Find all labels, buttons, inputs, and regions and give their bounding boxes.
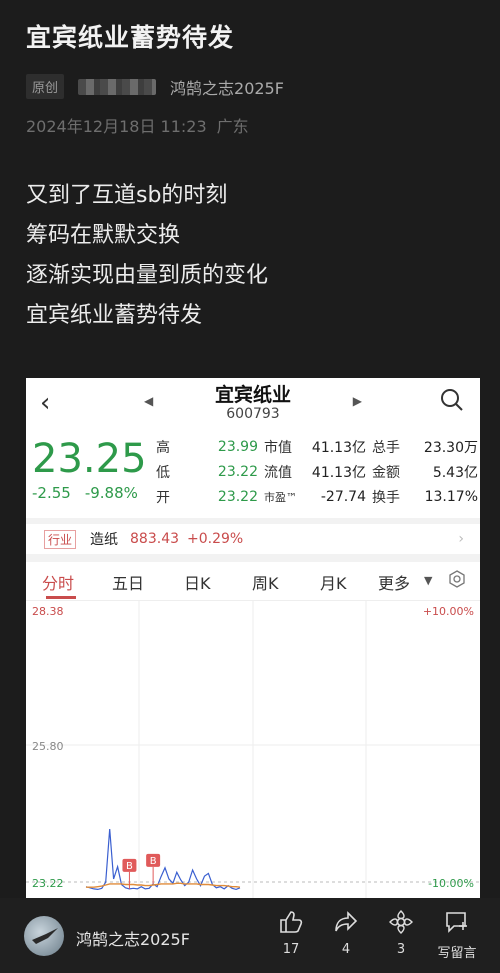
tab-weekly-k[interactable]: 周K [252, 570, 279, 594]
price-line [85, 828, 241, 891]
bottom-author-name[interactable]: 鸿鹄之志2025F [76, 926, 190, 950]
stat-label: 流值 [264, 464, 292, 481]
stat-label: 总手 [372, 439, 400, 456]
comment-button[interactable]: 写留言 [432, 910, 482, 961]
body-line: 筹码在默默交换 [26, 223, 181, 248]
average-line [86, 882, 241, 888]
article-meta: 原创 鸿鹄之志2025F [26, 74, 284, 99]
stats-row: 低 23.22 流值 41.13亿 金额 5.43亿 [156, 459, 478, 484]
share-count: 4 [341, 942, 351, 957]
comment-label: 写留言 [437, 946, 477, 961]
current-price: 23.25 [32, 436, 147, 482]
industry-value: 883.43 [130, 531, 180, 547]
stock-stats: 高 23.99 市值 41.13亿 总手 23.30万 低 23.22 流值 4… [156, 434, 478, 509]
y-axis-bottom-label: 23.22 [32, 877, 64, 890]
tab-monthly-k[interactable]: 月K [320, 570, 347, 594]
buy-marker: B [146, 853, 161, 884]
industry-tag: 行业 [44, 529, 77, 549]
industry-name: 造纸 [90, 532, 119, 548]
stat-label: 高 [156, 439, 170, 456]
body-line: 逐渐实现由量到质的变化 [26, 263, 269, 288]
blurred-account-name [78, 78, 157, 95]
stat-value: 23.22 [217, 488, 258, 505]
share-icon [335, 911, 358, 932]
tab-five-day[interactable]: 五日 [112, 570, 144, 594]
next-stock-icon[interactable]: ▶ [353, 394, 362, 408]
publish-date: 2024年12月18日 11:23 [26, 117, 207, 136]
settings-icon[interactable] [448, 570, 466, 588]
buy-marker-label: B [150, 856, 157, 867]
intraday-chart: B B 28.38 25.80 23.22 +10.00% -10.00% [26, 600, 480, 898]
share-button[interactable]: 4 [331, 910, 361, 957]
bottom-bar: 鸿鹄之志2025F 17 4 3 写留言 [0, 898, 500, 973]
stat-label: 金额 [372, 464, 400, 481]
bird-icon [32, 928, 58, 944]
stat-value: 23.99 [217, 438, 258, 455]
body-line: 又到了互道sb的时刻 [26, 183, 228, 208]
article-page: 宜宾纸业蓄势待发 原创 鸿鹄之志2025F 2024年12月18日 11:23 广… [0, 0, 500, 973]
industry-percent: +0.29% [187, 531, 244, 547]
buy-marker-label: B [126, 861, 133, 872]
y-axis-right-top-label: +10.00% [423, 605, 474, 618]
change-amount: -2.55 [32, 484, 71, 502]
like-button[interactable]: 17 [276, 910, 306, 957]
stat-label: 开 [156, 489, 170, 506]
article-body: 又到了互道sb的时刻 筹码在默默交换 逐渐实现由量到质的变化 宜宾纸业蓄势待发 [26, 176, 268, 336]
collect-button[interactable]: 3 [386, 910, 416, 957]
collect-count: 3 [396, 942, 406, 957]
avatar[interactable] [24, 916, 64, 956]
active-tab-indicator [46, 596, 76, 599]
change-percent: -9.88% [84, 484, 138, 502]
stat-value: 13.17% [424, 488, 478, 505]
author-name[interactable]: 鸿鹄之志2025F [170, 75, 284, 99]
stats-row: 开 23.22 市盈™ -27.74 换手 13.17% [156, 484, 478, 509]
comment-plus-icon [446, 912, 467, 933]
stat-value: -27.74 [320, 488, 366, 505]
dropdown-arrow-icon[interactable]: ▼ [424, 574, 432, 587]
stat-value: 41.13亿 [311, 439, 366, 456]
like-count: 17 [282, 942, 300, 957]
divider [26, 554, 480, 562]
stat-value: 23.30万 [423, 439, 478, 456]
stat-label: 低 [156, 464, 170, 481]
y-axis-mid-label: 25.80 [32, 740, 64, 753]
stat-value: 23.22 [217, 463, 258, 480]
stats-row: 高 23.99 市值 41.13亿 总手 23.30万 [156, 434, 478, 459]
tab-daily-k[interactable]: 日K [184, 570, 211, 594]
industry-row[interactable]: 行业 造纸 883.43 +0.29% › [26, 524, 480, 554]
stock-code: 600793 [226, 406, 280, 422]
flower-icon [389, 910, 413, 934]
body-line: 宜宾纸业蓄势待发 [26, 303, 203, 328]
stat-value: 5.43亿 [432, 464, 478, 481]
tab-intraday[interactable]: 分时 [42, 570, 74, 594]
tab-more[interactable]: 更多 [378, 570, 410, 594]
stat-label: 换手 [372, 489, 400, 506]
thumbs-up-icon [280, 911, 303, 933]
price-change: -2.55 -9.88% [32, 484, 138, 502]
publish-info: 2024年12月18日 11:23 广东 [26, 113, 249, 137]
original-badge: 原创 [26, 74, 65, 99]
stock-header: ‹ ◀ 宜宾纸业 600793 ▶ [26, 378, 480, 430]
y-axis-top-label: 28.38 [32, 605, 64, 618]
article-title: 宜宾纸业蓄势待发 [26, 23, 235, 52]
search-icon[interactable] [440, 388, 464, 412]
stock-name: 宜宾纸业 [214, 384, 291, 406]
stat-label: 市盈™ [264, 490, 297, 504]
chart-tabs: 分时 五日 日K 周K 月K 更多 ▼ [26, 564, 480, 600]
chevron-right-icon: › [458, 531, 464, 547]
publish-location: 广东 [216, 117, 249, 136]
stat-label: 市值 [264, 439, 292, 456]
y-axis-right-bottom-label: -10.00% [428, 877, 474, 890]
stock-screenshot: ‹ ◀ 宜宾纸业 600793 ▶ 23.25 -2.55 -9.88% 高 23… [26, 378, 480, 898]
stat-value: 41.13亿 [311, 464, 366, 481]
